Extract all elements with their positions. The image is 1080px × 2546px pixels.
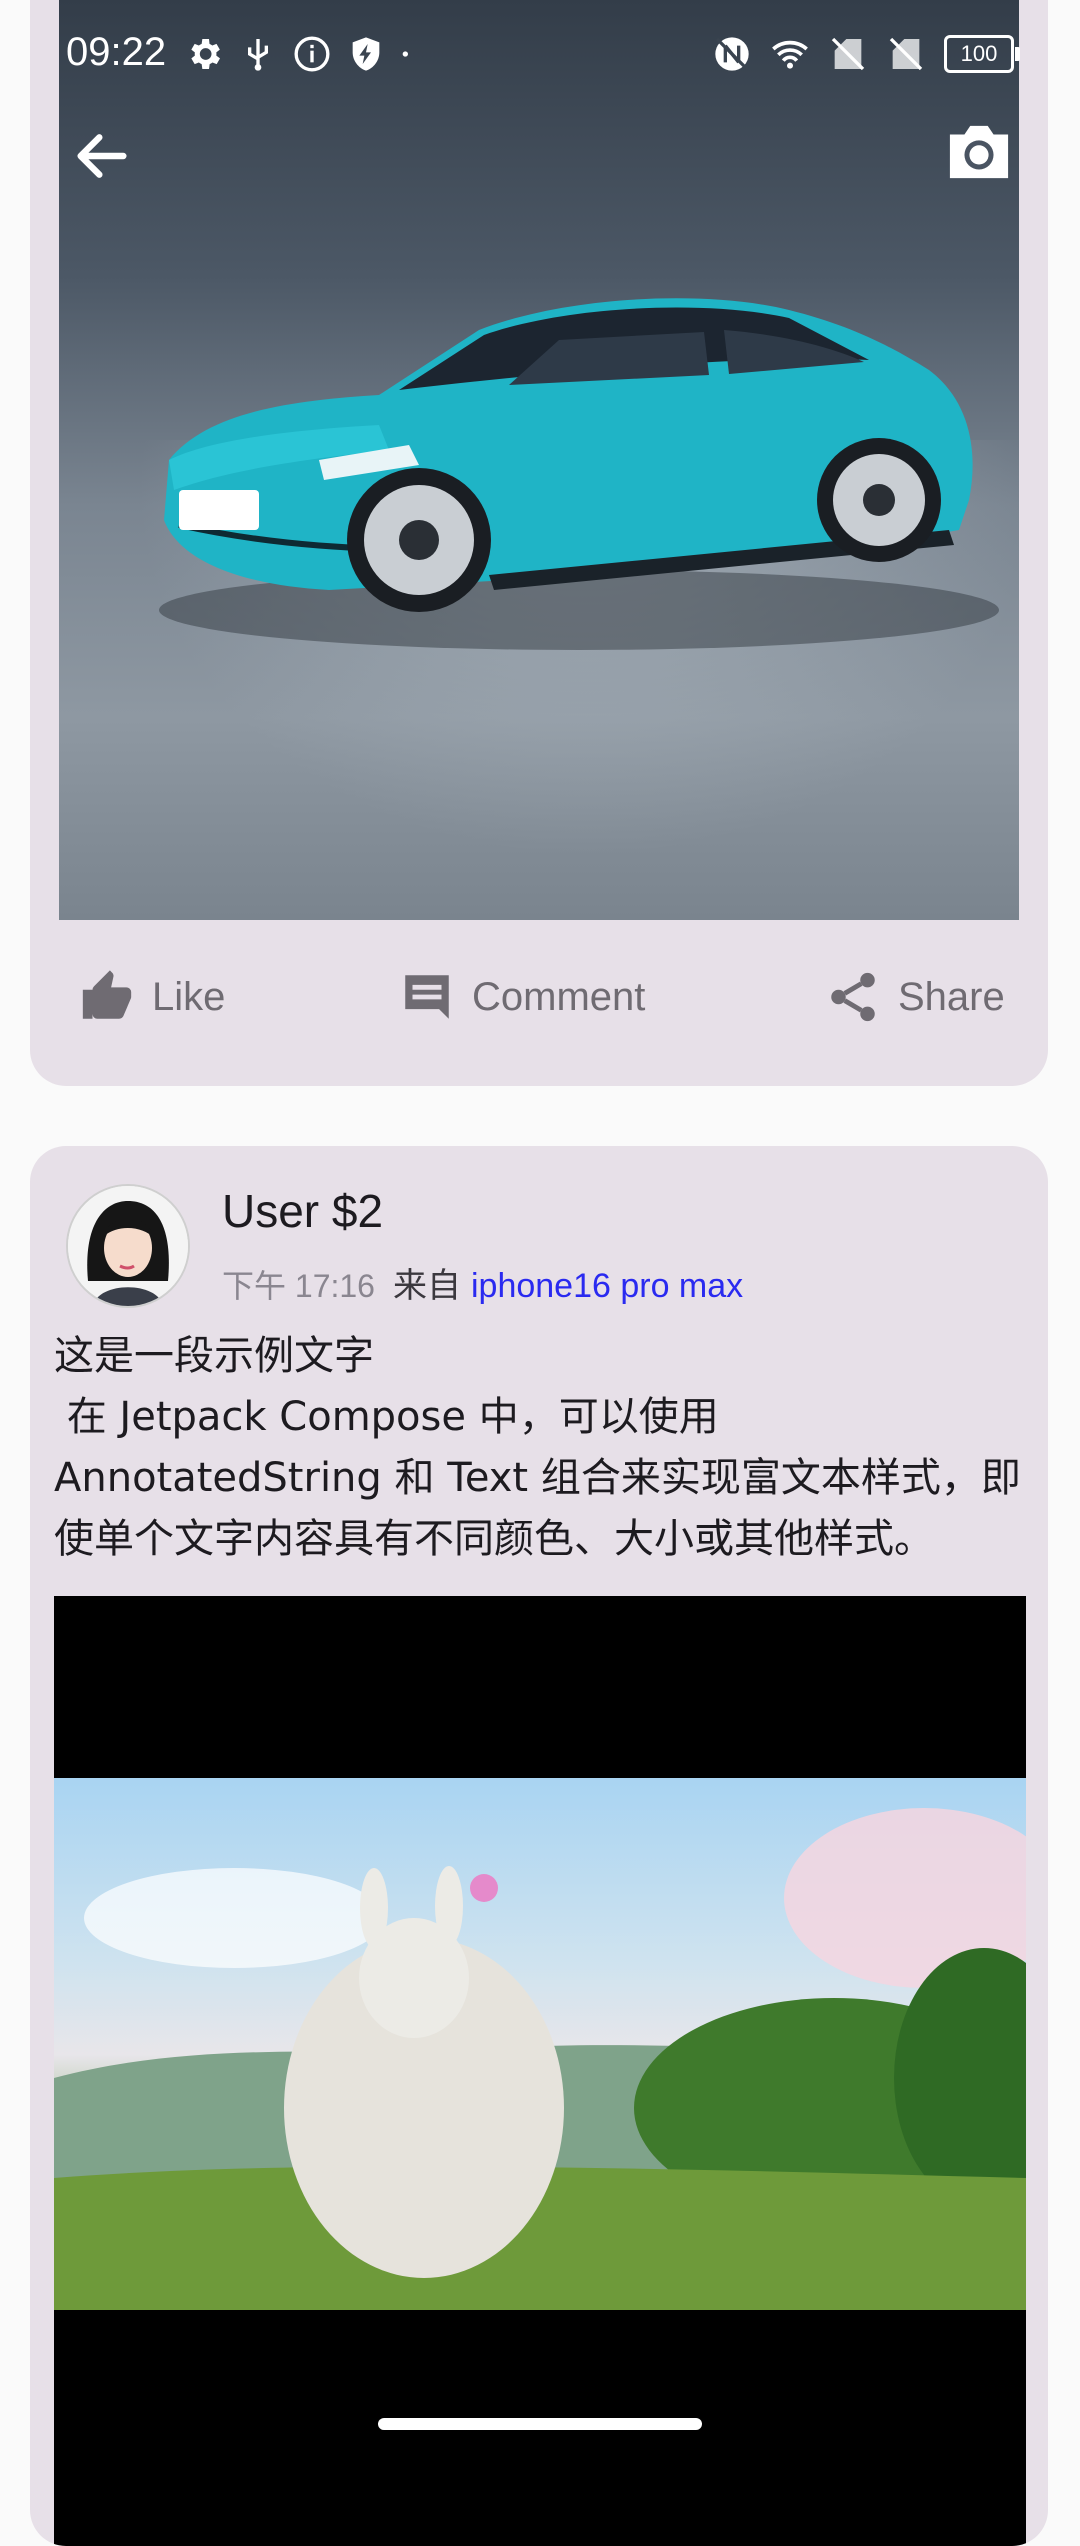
comment-button[interactable]: Comment	[398, 968, 645, 1026]
post-card-1: Like Comment Share	[30, 0, 1048, 1086]
post-image-car[interactable]	[59, 0, 1019, 920]
share-icon	[831, 972, 875, 1022]
post-text: 这是一段示例文字 在 Jetpack Compose 中，可以使用 Annota…	[54, 1333, 1021, 1562]
video-scene	[54, 1808, 1026, 2310]
camera-icon[interactable]	[944, 120, 1014, 184]
thumb-up-icon	[82, 970, 132, 1019]
gear-icon	[191, 39, 220, 69]
post-meta: 下午 17:16 来自 iphone16 pro max	[222, 1258, 743, 1307]
comment-icon	[405, 975, 449, 1019]
avatar[interactable]	[66, 1184, 190, 1308]
like-label: Like	[152, 974, 226, 1019]
arrow-left-icon[interactable]	[70, 124, 134, 188]
post-time: 下午 17:16	[222, 1268, 375, 1304]
shield-bolt-icon	[352, 37, 380, 71]
wifi-icon	[772, 40, 808, 69]
comment-label: Comment	[472, 974, 646, 1019]
status-time: 09:22	[66, 30, 167, 74]
video-frame	[54, 1778, 1026, 2310]
dot-icon	[402, 51, 408, 57]
post-from-label: 来自	[392, 1267, 461, 1305]
share-label: Share	[898, 974, 1005, 1019]
nfc-icon	[715, 37, 749, 71]
no-sim-icon	[831, 37, 865, 71]
battery-indicator: 100	[944, 35, 1020, 73]
share-button[interactable]: Share	[824, 968, 1005, 1026]
status-bar: 09:22 100	[0, 0, 1080, 110]
car-illustration	[159, 298, 999, 650]
post-actions: Like Comment Share	[30, 950, 1048, 1040]
username[interactable]: User $2	[222, 1184, 383, 1238]
like-button[interactable]: Like	[78, 968, 225, 1026]
status-right-icons: 100	[712, 34, 1020, 74]
home-indicator[interactable]	[378, 2418, 702, 2430]
video-player[interactable]	[54, 1596, 1026, 2546]
avatar-illustration	[68, 1186, 188, 1306]
post-card-2: User $2 下午 17:16 来自 iphone16 pro max 这是一…	[30, 1146, 1048, 2546]
info-icon	[294, 36, 330, 72]
no-sim-icon	[889, 37, 923, 71]
post-device-link[interactable]: iphone16 pro max	[471, 1267, 743, 1306]
status-left-icons	[184, 34, 416, 74]
usb-icon	[248, 39, 268, 71]
